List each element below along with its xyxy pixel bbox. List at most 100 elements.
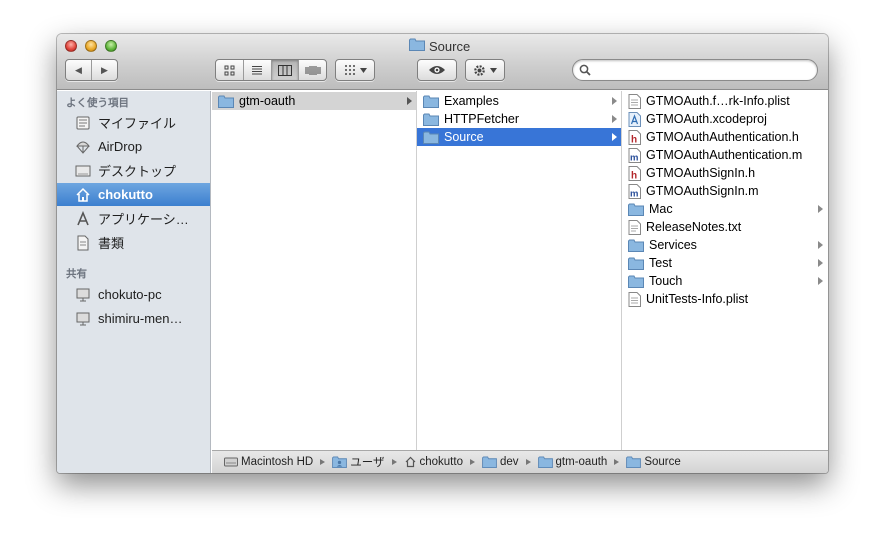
sidebar-item-applications[interactable]: アプリケーシ… (57, 207, 210, 230)
sidebar-item-label: 書類 (98, 236, 125, 251)
disclosure-arrow-icon (407, 97, 412, 105)
coverflow-view-icon (305, 65, 321, 75)
close-button[interactable] (65, 40, 77, 52)
plist-file-icon (628, 291, 641, 307)
path-item-macintosh-hd[interactable]: Macintosh HD (224, 456, 313, 468)
path-separator-icon (614, 459, 620, 465)
arrange-button[interactable] (335, 59, 375, 81)
item-label: Mac (649, 202, 673, 216)
list-item[interactable]: m GTMOAuthSignIn.m (622, 182, 827, 200)
list-item[interactable]: Touch (622, 272, 827, 290)
list-item[interactable]: GTMOAuth.f…rk-Info.plist (622, 92, 827, 110)
path-item-label: ユーザ (350, 457, 385, 469)
path-item-home[interactable]: chokutto (404, 456, 463, 468)
list-item[interactable]: h GTMOAuthAuthentication.h (622, 128, 827, 146)
minimize-button[interactable] (85, 40, 97, 52)
path-separator-icon (391, 459, 397, 465)
column-view-button[interactable] (271, 60, 300, 80)
hard-drive-icon (224, 457, 238, 467)
svg-text:h: h (631, 134, 637, 145)
zoom-button[interactable] (105, 40, 117, 52)
sidebar-item-label: chokuto-pc (98, 287, 162, 302)
item-label: HTTPFetcher (444, 112, 520, 126)
item-label: gtm-oauth (239, 94, 296, 108)
list-item[interactable]: m GTMOAuthAuthentication.m (622, 146, 827, 164)
chevron-down-icon (490, 67, 497, 73)
disclosure-arrow-icon (818, 205, 823, 213)
svg-text:m: m (630, 188, 638, 199)
path-item-gtm-oauth[interactable]: gtm-oauth (537, 456, 608, 468)
icon-view-button[interactable] (216, 60, 244, 80)
folder-icon (628, 257, 644, 270)
view-mode-control (215, 59, 327, 81)
sidebar-item-chokuto-pc[interactable]: chokuto-pc (57, 283, 210, 306)
folder-icon (628, 239, 644, 252)
sidebar-item-home[interactable]: chokutto (57, 183, 210, 206)
svg-text:h: h (631, 170, 637, 181)
browser-column-1: gtm-oauth (212, 91, 417, 450)
sidebar-item-all-my-files[interactable]: マイファイル (57, 111, 210, 134)
objc-source-file-icon: m (628, 147, 641, 163)
list-item[interactable]: Services (622, 236, 827, 254)
computer-icon (74, 286, 92, 304)
forward-button[interactable]: ▶ (92, 60, 117, 80)
search-icon (579, 64, 591, 76)
list-item[interactable]: ReleaseNotes.txt (622, 218, 827, 236)
plist-file-icon (628, 93, 641, 109)
list-item[interactable]: Source (417, 128, 621, 146)
disclosure-arrow-icon (818, 277, 823, 285)
item-label: Test (649, 256, 672, 270)
path-item-source[interactable]: Source (626, 456, 681, 468)
header-file-icon: h (628, 165, 641, 181)
eye-icon (429, 66, 445, 74)
folder-icon (423, 113, 439, 126)
title-bar: Source ◀ ▶ (57, 34, 828, 90)
item-label: Source (444, 130, 484, 144)
path-item-label: gtm-oauth (555, 456, 608, 468)
list-item[interactable]: UnitTests-Info.plist (622, 290, 827, 308)
disclosure-arrow-icon (612, 133, 617, 141)
search-input[interactable] (595, 62, 810, 78)
list-item[interactable]: gtm-oauth (212, 92, 416, 110)
quick-look-button[interactable] (417, 59, 457, 81)
item-label: GTMOAuth.xcodeproj (646, 112, 767, 126)
back-button[interactable]: ◀ (66, 60, 92, 80)
header-file-icon: h (628, 129, 641, 145)
path-item-users[interactable]: ユーザ (332, 454, 385, 470)
action-button[interactable] (465, 59, 505, 81)
list-item[interactable]: HTTPFetcher (417, 110, 621, 128)
home-icon (74, 186, 92, 204)
list-item[interactable]: Examples (417, 92, 621, 110)
all-my-files-icon (74, 114, 92, 132)
path-item-label: dev (499, 456, 519, 468)
item-label: GTMOAuthAuthentication.m (646, 148, 803, 162)
list-view-button[interactable] (244, 60, 272, 80)
list-item[interactable]: h GTMOAuthSignIn.h (622, 164, 827, 182)
sidebar-item-label: chokutto (98, 187, 153, 202)
gear-icon (474, 64, 485, 76)
objc-source-file-icon: m (628, 183, 641, 199)
list-item[interactable]: Test (622, 254, 827, 272)
window-title-text: Source (429, 38, 471, 54)
sidebar-item-label: アプリケーシ… (98, 212, 189, 227)
sidebar-item-shimiru-men[interactable]: shimiru-men… (57, 307, 210, 330)
item-label: Examples (444, 94, 499, 108)
sidebar: よく使う項目 マイファイル AirDrop デスクトップ chokutto アプ… (57, 91, 211, 473)
sidebar-item-documents[interactable]: 書類 (57, 231, 210, 254)
search-field[interactable] (572, 59, 818, 81)
coverflow-view-button[interactable] (299, 60, 326, 80)
column-view-icon (277, 64, 292, 76)
disclosure-arrow-icon (818, 259, 823, 267)
item-label: GTMOAuthSignIn.h (646, 166, 756, 180)
icon-view-icon (224, 65, 235, 75)
disclosure-arrow-icon (612, 115, 617, 123)
folder-icon (628, 275, 644, 288)
svg-text:m: m (630, 152, 638, 163)
path-item-label: Macintosh HD (241, 456, 314, 468)
sidebar-item-airdrop[interactable]: AirDrop (57, 135, 210, 158)
list-item[interactable]: Mac (622, 200, 827, 218)
sidebar-item-desktop[interactable]: デスクトップ (57, 159, 210, 182)
list-item[interactable]: GTMOAuth.xcodeproj (622, 110, 827, 128)
folder-icon (626, 456, 642, 468)
path-item-dev[interactable]: dev (482, 456, 519, 468)
